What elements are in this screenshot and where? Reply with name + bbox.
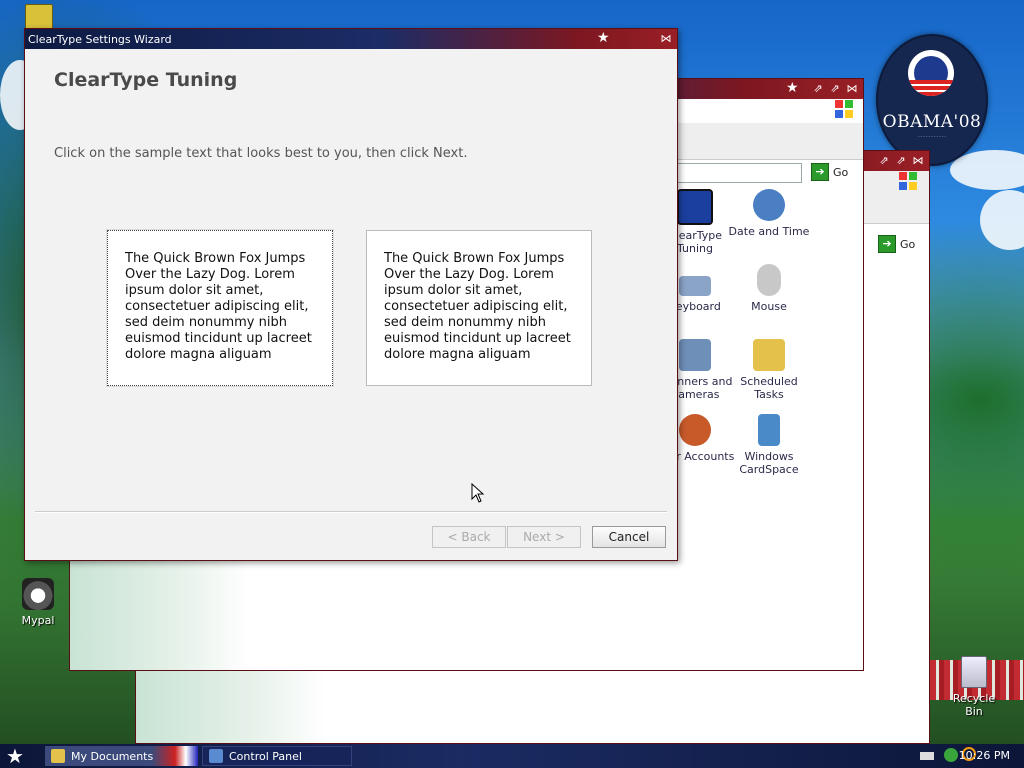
- mouse-cursor-icon: [471, 483, 485, 503]
- cp-item-mouse[interactable]: Mouse: [724, 264, 814, 313]
- taskbar-item-my-documents[interactable]: My Documents: [45, 746, 198, 766]
- go-button[interactable]: ➔ Go: [878, 235, 915, 253]
- minimize-button[interactable]: ⇗: [811, 82, 825, 96]
- sample-text-option-1[interactable]: The Quick Brown Fox Jumps Over the Lazy …: [106, 229, 334, 387]
- windows-flag-icon: [898, 171, 918, 191]
- star-icon: ★: [786, 80, 799, 96]
- sample-text: The Quick Brown Fox Jumps Over the Lazy …: [384, 251, 571, 362]
- control-panel-icon: [209, 749, 223, 763]
- go-label: Go: [900, 237, 916, 251]
- clock[interactable]: 10:26 PM: [959, 749, 1010, 762]
- cp-item-windows-cardspace[interactable]: Windows CardSpace: [724, 414, 814, 476]
- folder-icon: [51, 749, 65, 763]
- close-button[interactable]: ⋈: [911, 154, 925, 168]
- mouse-icon: [757, 264, 781, 296]
- minimize-button[interactable]: ⇗: [877, 154, 891, 168]
- cp-item-label: Scheduled Tasks: [740, 375, 798, 401]
- recycle-bin-icon: [961, 656, 987, 688]
- cp-item-label: Date and Time: [728, 225, 810, 238]
- go-arrow-icon: ➔: [811, 163, 829, 181]
- scanner-icon: [679, 339, 711, 371]
- go-arrow-icon: ➔: [878, 235, 896, 253]
- desktop-icon-label: Recycle Bin: [952, 692, 996, 718]
- taskbar-item-label: My Documents: [71, 749, 154, 763]
- cancel-button[interactable]: Cancel: [592, 526, 666, 548]
- desktop-icon-recycle-bin[interactable]: Recycle Bin: [944, 656, 1004, 718]
- wizard-titlebar[interactable]: ClearType Settings Wizard ★ ⋈: [25, 29, 677, 49]
- wallpaper-logo: OBAMA'08 ··················: [876, 34, 988, 166]
- go-button[interactable]: ➔ Go: [811, 163, 848, 181]
- taskbar-item-label: Control Panel: [229, 749, 302, 763]
- divider: [35, 511, 667, 513]
- cloud: [980, 190, 1024, 250]
- wallpaper-logo-text: OBAMA'08: [882, 112, 982, 132]
- back-button[interactable]: < Back: [432, 526, 506, 548]
- keyboard-tray-icon[interactable]: [920, 752, 934, 760]
- raccoon-icon: [22, 578, 54, 610]
- maximize-button[interactable]: ⇗: [828, 82, 842, 96]
- page-title: ClearType Tuning: [54, 69, 238, 91]
- cp-item-label: Windows CardSpace: [739, 450, 799, 476]
- campaign-logo-icon: [908, 50, 954, 96]
- wizard-window-title: ClearType Settings Wizard: [28, 33, 172, 46]
- windows-flag-icon: [834, 99, 854, 119]
- cleartype-wizard-dialog[interactable]: ClearType Settings Wizard ★ ⋈ ClearType …: [24, 28, 678, 561]
- users-icon: [679, 414, 711, 446]
- clock-icon: [753, 189, 785, 221]
- keyboard-icon: [679, 276, 711, 296]
- taskbar: ★ My Documents Control Panel 10:26 PM: [0, 744, 1024, 768]
- close-button[interactable]: ⋈: [659, 32, 673, 46]
- go-label: Go: [833, 165, 849, 179]
- cp-item-label: Mouse: [751, 300, 787, 313]
- sample-text: The Quick Brown Fox Jumps Over the Lazy …: [125, 251, 312, 362]
- taskbar-item-control-panel[interactable]: Control Panel: [202, 746, 352, 766]
- folder-clock-icon: [753, 339, 785, 371]
- close-button[interactable]: ⋈: [845, 82, 859, 96]
- cp-item-date-and-time[interactable]: Date and Time: [724, 189, 814, 238]
- next-button[interactable]: Next >: [507, 526, 581, 548]
- maximize-button[interactable]: ⇗: [894, 154, 908, 168]
- instruction-text: Click on the sample text that looks best…: [54, 146, 468, 161]
- network-tray-icon[interactable]: [944, 748, 958, 762]
- star-icon: ★: [597, 30, 610, 46]
- desktop-icon-mypal[interactable]: Mypal: [8, 578, 68, 627]
- sample-text-option-2[interactable]: The Quick Brown Fox Jumps Over the Lazy …: [366, 230, 592, 386]
- cp-item-scheduled-tasks[interactable]: Scheduled Tasks: [724, 339, 814, 401]
- desktop-icon-label: Mypal: [21, 614, 55, 627]
- cleartype-icon: [677, 189, 713, 225]
- start-button[interactable]: ★: [6, 745, 24, 767]
- cardspace-icon: [758, 414, 780, 446]
